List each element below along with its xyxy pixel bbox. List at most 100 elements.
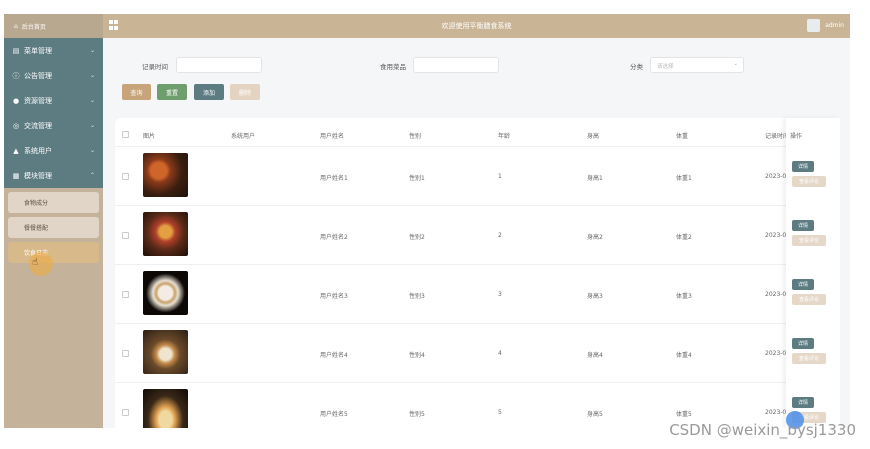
row-checkbox[interactable] xyxy=(122,409,129,416)
category-label: 分类 xyxy=(630,63,643,71)
detail-button[interactable]: 详情 xyxy=(792,279,814,290)
menu-icon: ▤ xyxy=(12,46,20,55)
grid-icon: ▦ xyxy=(12,171,20,180)
table-row: 用户姓名2 性别2 2 身高2 体重2 2023-0 xyxy=(115,205,840,264)
sidebar-subitem-label: 食物成分 xyxy=(24,200,49,207)
time-cell: 2023-0 xyxy=(765,291,787,298)
sidebar-logo: ▤ 菜单管理 ⌄ xyxy=(4,38,103,63)
operation-column: 操作 详情 查看评论 详情 查看评论 详情 查看评论 详情 查看评论 详情 查看… xyxy=(786,118,840,428)
row-checkbox[interactable] xyxy=(122,173,129,180)
sidebar-item-announcement[interactable]: ⓘ 公告管理 ⌄ xyxy=(4,63,103,88)
row-checkbox[interactable] xyxy=(122,232,129,239)
dish-label: 食用菜品 xyxy=(380,63,406,71)
chevron-down-icon: ⌄ xyxy=(89,97,95,104)
page-title: 欢迎使用平衡膳食系统 xyxy=(441,22,512,30)
table-row: 用户姓名3 性别3 3 身高3 体重3 2023-0 xyxy=(115,264,840,323)
row-checkbox[interactable] xyxy=(122,291,129,298)
weight-cell: 体重3 xyxy=(676,293,692,300)
weight-cell: 体重2 xyxy=(676,234,692,241)
age-cell: 2 xyxy=(498,232,502,239)
sidebar-item-label: 资源管理 xyxy=(24,96,52,105)
height-cell: 身高4 xyxy=(587,352,603,359)
row-checkbox[interactable] xyxy=(122,350,129,357)
category-placeholder: 请选择 xyxy=(657,64,674,70)
sidebar-item-label: 系统用户 xyxy=(24,146,52,155)
gender-cell: 性别1 xyxy=(409,175,425,182)
food-image xyxy=(143,212,188,256)
sidebar-item-exchange[interactable]: ◎ 交流管理 ⌄ xyxy=(4,113,103,138)
view-comments-button[interactable]: 查看评论 xyxy=(792,176,826,187)
food-image xyxy=(143,389,188,428)
gender-cell: 性别4 xyxy=(409,352,425,359)
sidebar-subitem-food-ingredients[interactable]: 食物成分 xyxy=(8,192,99,213)
time-cell: 2023-0 xyxy=(765,409,787,416)
main-content: 记录时间 食用菜品 分类 请选择 ⌄ 查询 重置 添加 删除 图片 系统用户 用… xyxy=(103,38,850,428)
view-comments-button[interactable]: 查看评论 xyxy=(792,294,826,305)
time-cell: 2023-0 xyxy=(765,232,787,239)
time-cell: 2023-0 xyxy=(765,173,787,180)
username[interactable]: admin xyxy=(825,22,844,29)
chevron-down-icon: ⌄ xyxy=(89,147,95,154)
target-icon: ◎ xyxy=(12,121,20,130)
weight-cell: 体重1 xyxy=(676,175,692,182)
sidebar-item-resources[interactable]: ● 资源管理 ⌄ xyxy=(4,88,103,113)
view-comments-button[interactable]: 查看评论 xyxy=(792,353,826,364)
gender-cell: 性别3 xyxy=(409,293,425,300)
record-time-input[interactable] xyxy=(176,57,262,73)
height-cell: 身高1 xyxy=(587,175,603,182)
food-image xyxy=(143,153,188,197)
gender-cell: 性别2 xyxy=(409,234,425,241)
detail-button[interactable]: 详情 xyxy=(792,397,814,408)
food-image xyxy=(143,271,188,315)
sidebar-item-users[interactable]: ▲ 系统用户 ⌄ xyxy=(4,138,103,163)
add-button[interactable]: 添加 xyxy=(194,84,224,100)
age-cell: 5 xyxy=(498,409,502,416)
sidebar: ⌂ 后台首页 ▤ 菜单管理 ⌄ ⓘ 公告管理 ⌄ ● 资源管理 ⌄ ◎ 交流管理 xyxy=(4,14,103,428)
reset-button[interactable]: 重置 xyxy=(157,84,187,100)
delete-button[interactable]: 删除 xyxy=(230,84,260,100)
column-header: 身高 xyxy=(587,133,600,140)
weight-cell: 体重5 xyxy=(676,411,692,418)
record-time-label: 记录时间 xyxy=(142,63,168,71)
sidebar-item-label: 公告管理 xyxy=(24,71,52,80)
chevron-down-icon: ⌄ xyxy=(89,122,95,129)
category-select[interactable]: 请选择 ⌄ xyxy=(650,57,744,73)
sidebar-home[interactable]: ⌂ 后台首页 xyxy=(4,14,103,38)
hand-cursor-icon: ☝ xyxy=(32,257,39,268)
user-name-cell: 用户姓名5 xyxy=(320,411,348,418)
query-button[interactable]: 查询 xyxy=(122,84,151,100)
column-header: 用户姓名 xyxy=(320,133,345,140)
chevron-down-icon: ⌄ xyxy=(733,61,738,67)
table-row: 用户姓名1 性别1 1 身高1 体重1 2023-0 xyxy=(115,146,840,205)
detail-button[interactable]: 详情 xyxy=(792,161,814,172)
sidebar-logo-text: 菜单管理 xyxy=(24,46,52,55)
detail-button[interactable]: 详情 xyxy=(792,338,814,349)
view-comments-button[interactable]: 查看评论 xyxy=(792,235,826,246)
user-name-cell: 用户姓名1 xyxy=(320,175,348,182)
info-icon: ⓘ xyxy=(12,71,20,80)
column-header: 操作 xyxy=(790,133,803,140)
watermark: CSDN @weixin_bysj1330 xyxy=(669,421,856,439)
detail-button[interactable]: 详情 xyxy=(792,220,814,231)
dish-input[interactable] xyxy=(413,57,499,73)
user-name-cell: 用户姓名4 xyxy=(320,352,348,359)
column-header: 体重 xyxy=(676,133,689,140)
weight-cell: 体重4 xyxy=(676,352,692,359)
user-icon: ▲ xyxy=(13,146,19,155)
sidebar-subitem-diet-log[interactable]: 饮食日志 xyxy=(8,242,99,263)
avatar[interactable] xyxy=(807,19,820,32)
sidebar-item-modules[interactable]: ▦ 模块管理 ⌃ xyxy=(4,163,103,188)
user-name-cell: 用户姓名3 xyxy=(320,293,348,300)
sidebar-item-label: 交流管理 xyxy=(24,121,52,130)
select-all-checkbox[interactable] xyxy=(122,131,129,138)
top-header: 欢迎使用平衡膳食系统 admin xyxy=(103,14,850,38)
user-name-cell: 用户姓名2 xyxy=(320,234,348,241)
chevron-down-icon: ⌄ xyxy=(89,47,95,54)
height-cell: 身高5 xyxy=(587,411,603,418)
age-cell: 3 xyxy=(498,291,502,298)
sidebar-subitem-meal-pairing[interactable]: 餐餐搭配 xyxy=(8,217,99,238)
home-icon: ⌂ xyxy=(14,22,18,30)
age-cell: 4 xyxy=(498,350,502,357)
column-header: 性别 xyxy=(409,133,422,140)
sidebar-item-label: 模块管理 xyxy=(24,171,52,180)
